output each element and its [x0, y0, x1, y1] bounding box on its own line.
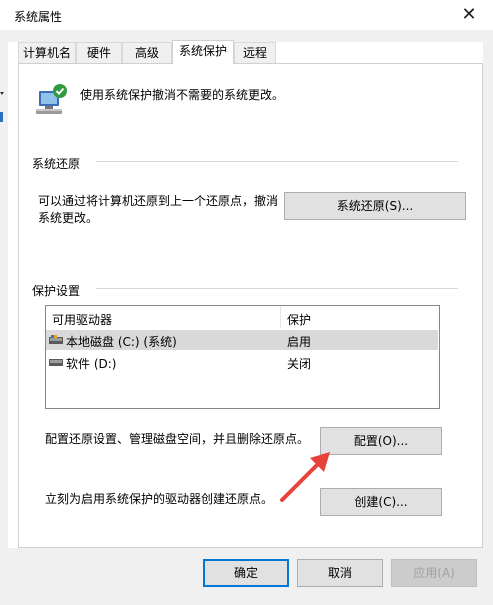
tab-system-protection[interactable]: 系统保护 [172, 40, 234, 64]
drive-icon [49, 359, 63, 366]
system-restore-heading: 系统还原 [32, 157, 81, 171]
create-button[interactable]: 创建(C)... [320, 488, 442, 516]
column-header-separator [280, 306, 281, 328]
system-restore-button[interactable]: 系统还原(S)... [284, 192, 466, 220]
close-icon[interactable]: ✕ [458, 4, 480, 26]
system-restore-divider [96, 161, 458, 162]
window-title: 系统属性 [14, 10, 63, 24]
create-description: 立刻为启用系统保护的驱动器创建还原点。 [45, 492, 274, 506]
drive-c-status: 启用 [287, 335, 312, 349]
annotation-arrow [280, 452, 330, 502]
drive-d-name: 软件 (D:) [66, 357, 117, 371]
system-restore-description-line1: 可以通过将计算机还原到上一个还原点，撤消 [38, 194, 279, 208]
column-header-protection[interactable]: 保护 [287, 311, 311, 328]
protection-settings-heading: 保护设置 [32, 284, 81, 298]
column-header-drive[interactable]: 可用驱动器 [52, 311, 112, 328]
ok-button[interactable]: 确定 [203, 559, 289, 587]
cancel-button[interactable]: 取消 [297, 559, 383, 587]
dialog-background-right [483, 30, 493, 605]
apply-button[interactable]: 应用(A) [391, 559, 477, 587]
tab-computer-name[interactable]: 计算机名 [18, 42, 76, 63]
title-bar [0, 0, 493, 30]
configure-description: 配置还原设置、管理磁盘空间，并且删除还原点。 [45, 432, 310, 446]
drive-d-status: 关闭 [287, 357, 312, 371]
dialog-background [0, 30, 493, 42]
tab-hardware[interactable]: 硬件 [76, 42, 122, 63]
system-protection-icon [36, 84, 67, 114]
system-restore-description-line2: 系统更改。 [38, 211, 99, 225]
tab-remote[interactable]: 远程 [234, 42, 276, 63]
configure-button[interactable]: 配置(O)... [320, 427, 442, 455]
tab-advanced[interactable]: 高级 [122, 42, 172, 63]
drive-c-name: 本地磁盘 (C:) (系统) [66, 335, 177, 349]
protection-settings-divider [96, 288, 458, 289]
intro-text: 使用系统保护撤消不需要的系统更改。 [80, 88, 285, 102]
background-window-edge [0, 92, 4, 122]
system-drive-icon [49, 335, 63, 344]
